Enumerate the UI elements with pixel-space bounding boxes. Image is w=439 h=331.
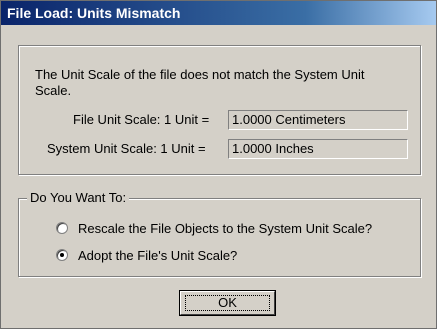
dialog-title[interactable]: File Load: Units Mismatch [1,1,436,25]
rescale-option-label: Rescale the File Objects to the System U… [78,220,373,236]
adopt-option[interactable]: Adopt the File's Unit Scale? [56,246,237,264]
units-mismatch-dialog: File Load: Units Mismatch The Unit Scale… [0,0,437,329]
rescale-option[interactable]: Rescale the File Objects to the System U… [56,219,372,237]
adopt-radio[interactable] [56,249,68,261]
mismatch-message: The Unit Scale of the file does not matc… [35,67,365,98]
file-unit-label: File Unit Scale: 1 Unit = [73,112,210,127]
rescale-radio[interactable] [56,222,68,234]
adopt-option-label: Adopt the File's Unit Scale? [78,247,238,263]
system-unit-field: 1.0000 Inches [228,139,408,159]
ok-button[interactable]: OK [180,291,275,315]
ok-button-label: OK [185,295,270,311]
choice-group [18,198,421,277]
file-unit-field: 1.0000 Centimeters [228,110,408,130]
choice-group-label: Do You Want To: [27,189,130,207]
system-unit-label: System Unit Scale: 1 Unit = [47,141,206,156]
